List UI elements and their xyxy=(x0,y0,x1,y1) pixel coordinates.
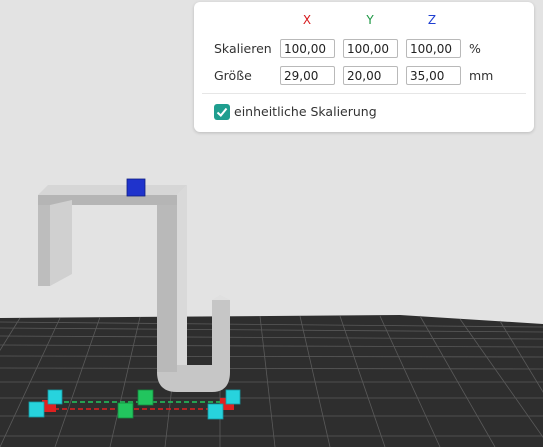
corner-handle[interactable] xyxy=(207,403,224,420)
axis-y-header: Y xyxy=(366,13,374,27)
size-y-input[interactable]: 20,00 xyxy=(343,66,398,85)
corner-handle[interactable] xyxy=(28,401,45,418)
scale-z-input[interactable]: 100,00 xyxy=(406,39,461,58)
axis-z-header: Z xyxy=(427,13,437,27)
size-x-input[interactable]: 29,00 xyxy=(280,66,335,85)
z-axis-handle[interactable] xyxy=(126,178,146,197)
size-z-input[interactable]: 35,00 xyxy=(406,66,461,85)
size-label: Größe xyxy=(214,68,252,83)
size-unit: mm xyxy=(469,68,494,83)
panel-divider xyxy=(202,93,526,94)
scale-y-input[interactable]: 100,00 xyxy=(343,39,398,58)
y-axis-handle[interactable] xyxy=(117,402,134,419)
y-axis-handle[interactable] xyxy=(137,389,154,406)
scale-x-input[interactable]: 100,00 xyxy=(280,39,335,58)
corner-handle[interactable] xyxy=(225,389,241,405)
scale-unit: % xyxy=(469,41,481,56)
scale-label: Skalieren xyxy=(214,41,272,56)
corner-handle[interactable] xyxy=(47,389,63,405)
build-plate xyxy=(0,315,543,447)
uniform-scaling-label: einheitliche Skalierung xyxy=(234,104,377,119)
uniform-scaling-checkbox[interactable] xyxy=(214,104,230,120)
checkmark-icon xyxy=(216,107,228,117)
axis-x-header: X xyxy=(302,13,312,27)
scale-panel: X Y Z Skalieren 100,00 100,00 100,00 % G… xyxy=(194,2,534,132)
